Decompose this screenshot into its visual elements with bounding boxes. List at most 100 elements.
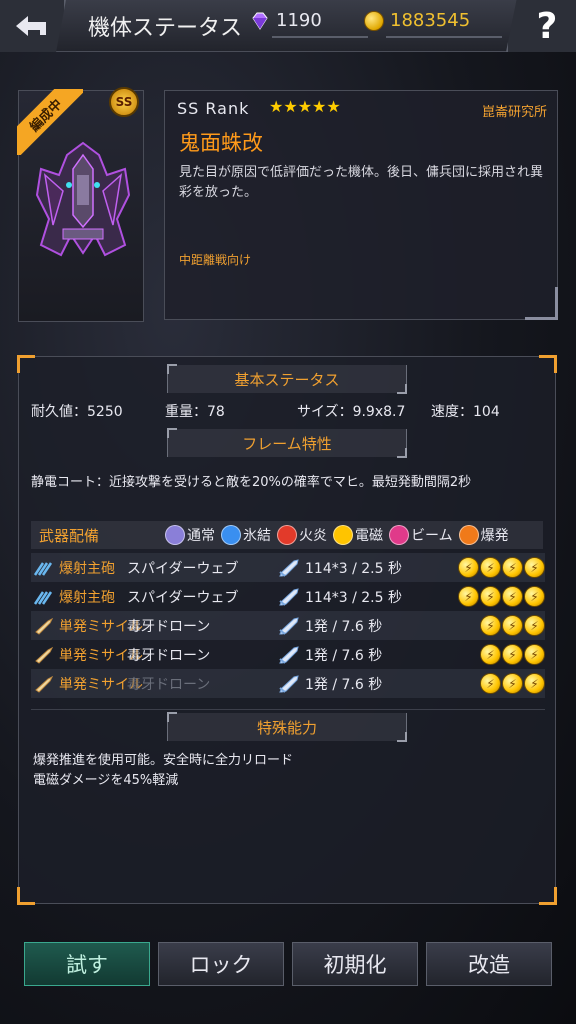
weight-stat: 重量：78	[165, 404, 225, 420]
ice-element-icon	[221, 525, 241, 545]
special-ability-line: 爆発推進を使用可能。安全時に全力リロード	[33, 753, 294, 768]
back-arrow-icon	[16, 16, 46, 36]
legend-beam: ビーム	[389, 525, 453, 545]
weapon-damage: 1発 / 7.6 秒	[305, 676, 383, 693]
weapon-damage: 114*3 / 2.5 秒	[305, 589, 402, 606]
gem-underline	[272, 36, 368, 38]
electric-element-icon: ⚡	[480, 615, 501, 636]
weapon-list: 爆射主砲 スパイダーウェブ 114*3 / 2.5 秒 ⚡ ⚡ ⚡ ⚡ 爆射主砲 スパイダーウェ…	[31, 553, 545, 698]
weapon-name: 毒牙ドローン	[127, 647, 211, 664]
legend-label: 通常	[187, 528, 215, 544]
gem-count: 1190	[276, 10, 322, 31]
electric-element-icon: ⚡	[524, 615, 545, 636]
weapon-damage: 114*3 / 2.5 秒	[305, 560, 402, 577]
corner-decoration	[539, 355, 557, 373]
damage-icon	[279, 674, 299, 693]
electric-element-icon: ⚡	[480, 586, 501, 607]
special-ability-text: 爆発推進を使用可能。安全時に全力リロード 電磁ダメージを45%軽減	[33, 751, 293, 791]
electric-element-icon: ⚡	[502, 615, 523, 636]
weapon-row[interactable]: 単発ミサイル 毒牙ドローン 1発 / 7.6 秒 ⚡ ⚡ ⚡	[31, 611, 545, 640]
legend-explosion: 爆発	[458, 525, 509, 545]
electric-element-icon: ⚡	[524, 586, 545, 607]
durability-stat: 耐久値：5250	[31, 404, 123, 420]
web-icon	[33, 561, 53, 576]
element-legend: 通常 氷結 火炎 電磁 ビーム 爆発	[165, 525, 513, 545]
try-button[interactable]: 試す	[24, 942, 150, 986]
weapon-elements: ⚡ ⚡ ⚡	[480, 644, 545, 665]
special-ability-header: 特殊能力	[167, 712, 407, 742]
electric-element-icon: ⚡	[458, 586, 479, 607]
weapon-row[interactable]: 爆射主砲 スパイダーウェブ 114*3 / 2.5 秒 ⚡ ⚡ ⚡ ⚡	[31, 553, 545, 582]
weapon-elements: ⚡ ⚡ ⚡	[480, 615, 545, 636]
electric-element-icon: ⚡	[480, 644, 501, 665]
weapon-header-title: 武器配備	[39, 526, 100, 545]
rank-stars: ★★★★★	[269, 97, 341, 116]
explosion-element-icon	[458, 525, 479, 545]
frame-trait-text: 静電コート：近接攻撃を受けると敵を20%の確率でマヒ。最短発動間隔2秒	[31, 475, 472, 490]
weapon-name: 毒牙ドローン	[127, 618, 211, 635]
weapon-name: スパイダーウェブ	[127, 560, 239, 577]
weapon-damage: 1発 / 7.6 秒	[305, 647, 383, 664]
electric-element-icon: ⚡	[502, 644, 523, 665]
electric-element-icon: ⚡	[524, 673, 545, 694]
grade-badge: SS	[109, 87, 139, 117]
ship-info-panel: SS Rank ★★★★★ 崑崙研究所 鬼面蛛改 見た目が原因で低評価だった機体…	[164, 90, 558, 320]
weapon-elements: ⚡ ⚡ ⚡ ⚡	[458, 586, 545, 607]
electric-element-icon	[333, 525, 353, 545]
corner-decoration	[17, 355, 35, 373]
normal-element-icon	[165, 525, 185, 545]
legend-normal: 通常	[165, 525, 215, 545]
coin-counter: 1883545	[364, 10, 502, 38]
legend-ice: 氷結	[221, 525, 271, 545]
coin-icon	[364, 10, 384, 31]
page-title: 機体ステータス	[88, 16, 243, 41]
speed-stat: 速度：104	[431, 404, 500, 420]
reset-button[interactable]: 初期化	[292, 942, 418, 986]
electric-element-icon: ⚡	[480, 557, 501, 578]
special-ability-line: 電磁ダメージを45%軽減	[33, 773, 179, 788]
upgrade-button[interactable]: 改造	[426, 942, 552, 986]
legend-label: 電磁	[355, 528, 383, 544]
weapon-type: 爆射主砲	[59, 589, 115, 606]
basic-status-header: 基本ステータス	[167, 364, 407, 394]
ship-card[interactable]: 編成中 SS	[17, 87, 144, 322]
weapon-name: 毒牙ドローン	[127, 676, 211, 693]
damage-icon	[279, 558, 299, 577]
gem-counter: 1190	[250, 10, 368, 38]
missile-icon	[35, 675, 54, 693]
legend-label: 火炎	[299, 528, 327, 544]
weapon-row[interactable]: 単発ミサイル 毒牙ドローン 1発 / 7.6 秒 ⚡ ⚡ ⚡	[31, 640, 545, 669]
legend-fire: 火炎	[277, 525, 327, 545]
status-panel: 基本ステータス 耐久値：5250 重量：78 サイズ：9.9x8.7 速度：10…	[17, 355, 557, 905]
weapon-damage: 1発 / 7.6 秒	[305, 618, 383, 635]
damage-icon	[279, 645, 299, 664]
damage-icon	[279, 587, 299, 606]
weapon-elements: ⚡ ⚡ ⚡ ⚡	[458, 557, 545, 578]
corner-decoration	[539, 887, 557, 905]
electric-element-icon: ⚡	[502, 673, 523, 694]
weapon-type: 爆射主砲	[59, 560, 115, 577]
size-stat: サイズ：9.9x8.7	[297, 404, 406, 420]
rank-label: SS Rank	[177, 99, 250, 118]
ship-name: 鬼面蛛改	[179, 131, 263, 155]
help-button[interactable]: ?	[506, 0, 576, 52]
lock-button[interactable]: ロック	[158, 942, 284, 986]
weapon-elements: ⚡ ⚡ ⚡	[480, 673, 545, 694]
top-bar: 機体ステータス 1190 1883545 ?	[0, 0, 576, 52]
electric-element-icon: ⚡	[458, 557, 479, 578]
gem-icon	[252, 12, 268, 30]
weapon-row[interactable]: 爆射主砲 スパイダーウェブ 114*3 / 2.5 秒 ⚡ ⚡ ⚡ ⚡	[31, 582, 545, 611]
ship-description: 見た目が原因で低評価だった機体。後日、傭兵団に採用され異彩を放った。	[179, 165, 544, 200]
basic-status-row: 耐久値：5250 重量：78 サイズ：9.9x8.7 速度：104	[31, 401, 500, 421]
manufacturer-label: 崑崙研究所	[481, 105, 547, 120]
weapon-row[interactable]: 単発ミサイル 毒牙ドローン 1発 / 7.6 秒 ⚡ ⚡ ⚡	[31, 669, 545, 698]
divider	[31, 709, 545, 710]
corner-decoration	[17, 887, 35, 905]
fire-element-icon	[277, 525, 297, 545]
back-button[interactable]	[0, 0, 66, 52]
ship-role: 中距離戦向け	[179, 253, 252, 267]
legend-label: 氷結	[243, 528, 271, 544]
missile-icon	[35, 617, 54, 635]
beam-element-icon	[389, 525, 409, 545]
legend-electric: 電磁	[333, 525, 383, 545]
